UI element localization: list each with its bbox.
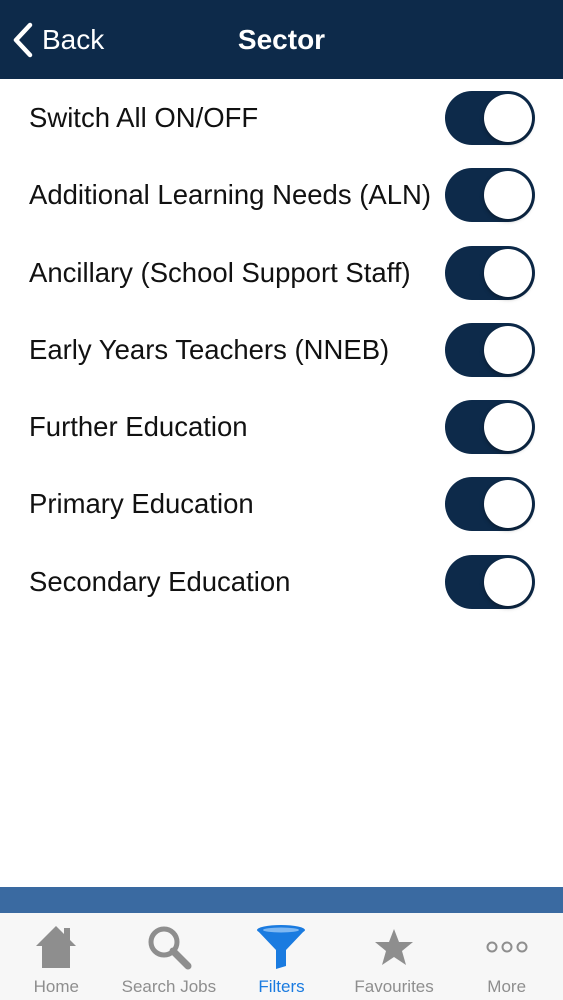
setting-row-further-education: Further Education — [0, 388, 563, 465]
setting-row-primary-education: Primary Education — [0, 465, 563, 542]
setting-row-early-years: Early Years Teachers (NNEB) — [0, 311, 563, 388]
primary-education-toggle[interactable] — [445, 477, 535, 532]
toggle-knob — [484, 248, 532, 297]
ancillary-toggle[interactable] — [445, 245, 535, 300]
tab-label: Home — [33, 977, 79, 996]
star-icon — [374, 923, 414, 971]
tab-label: More — [487, 977, 527, 996]
tabbar-divider — [0, 887, 563, 913]
toggle-knob — [484, 403, 532, 452]
toggle-knob — [484, 480, 532, 529]
tab-label: Search Jobs — [121, 977, 217, 996]
home-icon — [34, 923, 78, 971]
toggle-knob — [484, 171, 532, 220]
setting-row-aln: Additional Learning Needs (ALN) — [0, 156, 563, 233]
setting-label: Primary Education — [29, 488, 254, 520]
tab-home[interactable]: Home — [0, 913, 113, 1000]
tab-favourites[interactable]: Favourites — [338, 913, 451, 1000]
toggle-knob — [484, 325, 532, 374]
setting-label: Early Years Teachers (NNEB) — [29, 333, 390, 365]
tab-label: Filters — [258, 977, 305, 996]
toggle-knob — [484, 557, 532, 606]
more-icon — [485, 923, 529, 971]
early-years-toggle[interactable] — [445, 322, 535, 377]
navigation-bar: Back Sector — [0, 0, 563, 79]
search-icon — [146, 923, 192, 971]
setting-label: Secondary Education — [29, 565, 291, 597]
toggle-knob — [484, 94, 532, 142]
page-title: Sector — [237, 24, 326, 55]
secondary-education-toggle[interactable] — [445, 554, 535, 609]
setting-row-switch-all: Switch All ON/OFF — [0, 79, 563, 156]
tab-label: Favourites — [354, 977, 434, 996]
tab-more[interactable]: More — [450, 913, 563, 1000]
switch-all-toggle[interactable] — [445, 91, 535, 145]
sector-list: Switch All ON/OFF Additional Learning Ne… — [0, 79, 563, 620]
filter-icon — [255, 923, 307, 971]
setting-row-ancillary: Ancillary (School Support Staff) — [0, 234, 563, 311]
tab-search-jobs[interactable]: Search Jobs — [113, 913, 226, 1000]
setting-label: Further Education — [29, 411, 248, 443]
setting-label: Switch All ON/OFF — [29, 102, 259, 133]
setting-row-secondary-education: Secondary Education — [0, 543, 563, 620]
tab-bar: Home Search Jobs Filters Favourites More — [0, 913, 563, 1000]
setting-label: Ancillary (School Support Staff) — [29, 256, 411, 288]
tab-filters[interactable]: Filters — [225, 913, 338, 1000]
further-education-toggle[interactable] — [445, 400, 535, 455]
setting-label: Additional Learning Needs (ALN) — [29, 179, 432, 211]
aln-toggle[interactable] — [445, 168, 535, 223]
